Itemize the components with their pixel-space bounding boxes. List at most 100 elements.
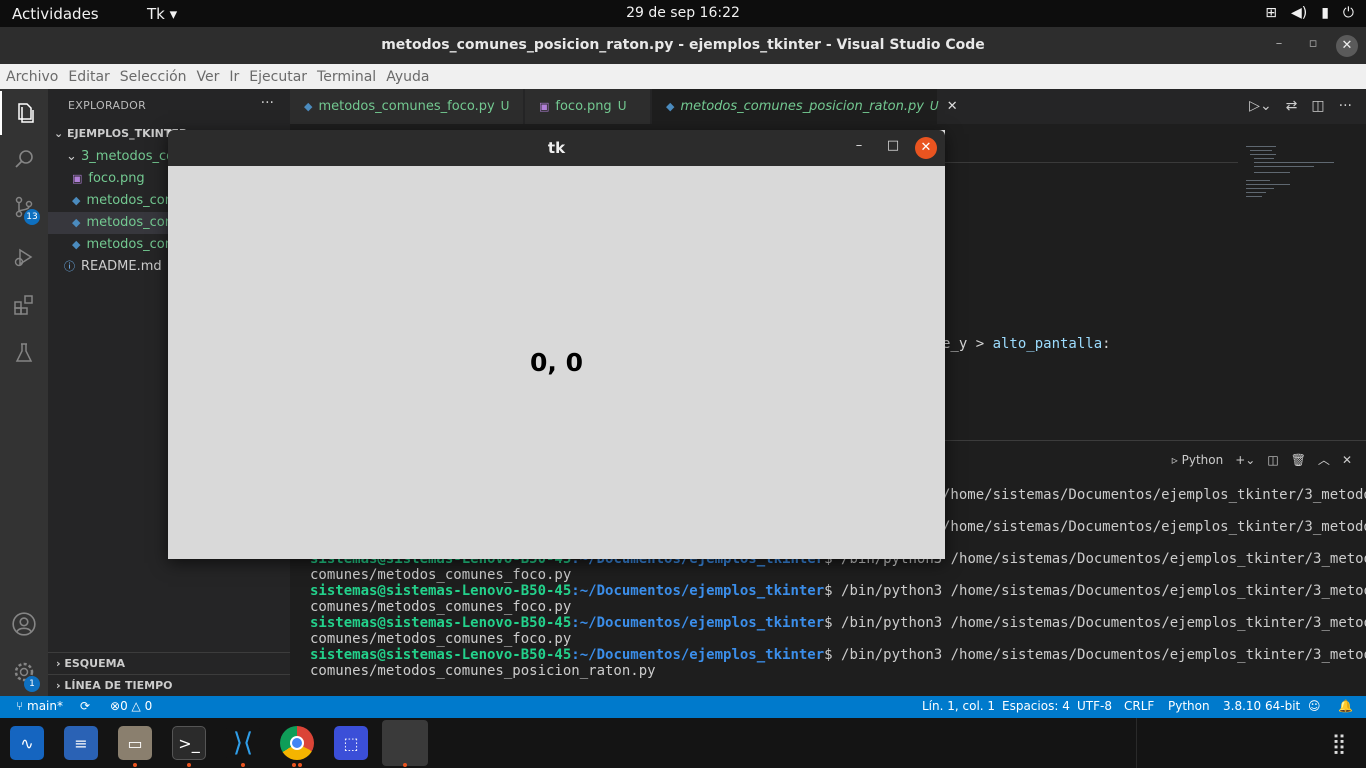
chrome-icon[interactable]: [280, 726, 314, 760]
terminal-line: comunes/metodos_comunes_foco.py: [310, 567, 572, 583]
split-editor-icon[interactable]: ◫: [1311, 98, 1324, 114]
source-control-icon[interactable]: 13: [0, 185, 48, 229]
screenshot-icon[interactable]: ⬚: [334, 726, 368, 760]
volume-icon[interactable]: ◀): [1291, 5, 1307, 21]
terminal-selector[interactable]: ▹ Python: [1172, 453, 1223, 467]
testing-icon[interactable]: [0, 331, 48, 375]
menu-archivo[interactable]: Archivo: [6, 69, 58, 85]
terminal-line: /home/sistemas/Documentos/ejemplos_tkint…: [942, 487, 1366, 503]
taskbar: ∿ ≡ ▭ >_ ⟩⟨ ⬚ ⣿: [0, 718, 1366, 768]
status-bar: ⑂ main* ⟳ ⊗0 △ 0 Lín. 1, col. 1 Espacios…: [0, 696, 1366, 718]
encoding[interactable]: UTF-8: [1077, 699, 1112, 713]
settings-badge: 1: [24, 676, 40, 692]
system-tray[interactable]: ⊞ ◀) ▮ ⏻: [1265, 5, 1354, 21]
python-interpreter[interactable]: 3.8.10 64-bit: [1223, 699, 1300, 713]
code-line: e_y > alto_pantalla:: [942, 336, 1111, 352]
tab-foco-png[interactable]: ▣ foco.png U: [525, 89, 651, 124]
extensions-icon[interactable]: [0, 283, 48, 327]
tk-window-title: tk: [547, 139, 566, 157]
error-icon: ⊗: [110, 699, 121, 713]
network-icon[interactable]: ⊞: [1265, 5, 1277, 21]
maximize-panel-icon[interactable]: ︿: [1318, 451, 1330, 468]
mouse-position-label: 0, 0: [530, 348, 583, 377]
python-file-icon: ◆: [72, 216, 81, 229]
chevron-down-icon: ⌄: [54, 127, 68, 140]
menu-ejecutar[interactable]: Ejecutar: [249, 69, 307, 85]
terminal-line: comunes/metodos_comunes_posicion_raton.p…: [310, 663, 656, 679]
branch-indicator[interactable]: ⑂ main*: [16, 699, 63, 713]
run-debug-icon[interactable]: [0, 235, 48, 279]
python-file-icon: ◆: [72, 238, 81, 251]
menu-ayuda[interactable]: Ayuda: [386, 69, 429, 85]
tk-app-active[interactable]: [382, 720, 428, 766]
clock[interactable]: 29 de sep 16:22: [0, 5, 1366, 21]
terminal-app-icon[interactable]: >_: [172, 726, 206, 760]
app-grid-icon[interactable]: ⣿: [1322, 726, 1356, 760]
branch-icon: ⑂: [16, 699, 28, 713]
timeline-section[interactable]: › LÍNEA DE TIEMPO: [48, 674, 290, 696]
python-file-icon: ◆: [666, 100, 675, 113]
menu-ver[interactable]: Ver: [197, 69, 220, 85]
feedback-icon[interactable]: ☺: [1308, 699, 1321, 713]
tab-metodos-comunes-foco[interactable]: ◆ metodos_comunes_foco.py U: [290, 89, 524, 124]
tk-maximize-icon[interactable]: □: [883, 138, 903, 153]
line-ending[interactable]: CRLF: [1124, 699, 1154, 713]
terminal-line: sistemas@sistemas-Lenovo-B50-45:~/Docume…: [310, 615, 1366, 631]
menu-editar[interactable]: Editar: [68, 69, 109, 85]
run-icon[interactable]: ▷⌄: [1249, 98, 1272, 114]
more-icon[interactable]: ···: [1339, 98, 1352, 114]
maximize-button[interactable]: ▫: [1302, 36, 1324, 51]
terminal-line: /home/sistemas/Documentos/ejemplos_tkint…: [942, 519, 1366, 535]
explorer-header: EXPLORADOR: [68, 99, 147, 112]
sync-icon[interactable]: ⟳: [80, 699, 90, 713]
chevron-down-icon: ⌄: [66, 149, 82, 164]
indentation[interactable]: Espacios: 4: [1002, 699, 1070, 713]
tk-window[interactable]: tk – □ ✕ 0, 0: [168, 130, 945, 559]
close-tab-icon[interactable]: ✕: [947, 99, 958, 114]
editor-tabs: ◆ metodos_comunes_foco.py U ▣ foco.png U ◆ me…: [290, 89, 1366, 124]
more-actions-icon[interactable]: ···: [261, 95, 274, 111]
close-panel-icon[interactable]: ✕: [1342, 453, 1352, 467]
language-mode[interactable]: Python: [1168, 699, 1210, 713]
tk-close-icon[interactable]: ✕: [915, 137, 937, 159]
minimize-button[interactable]: –: [1268, 36, 1290, 51]
tk-minimize-icon[interactable]: –: [849, 138, 869, 153]
files-icon[interactable]: ▭: [118, 726, 152, 760]
system-monitor-icon[interactable]: ∿: [10, 726, 44, 760]
editor-actions: ▷⌄ ⇄ ◫ ···: [1249, 98, 1352, 114]
tk-title-bar[interactable]: tk – □ ✕: [168, 130, 945, 166]
scm-badge: 13: [24, 209, 40, 225]
terminal-line: comunes/metodos_comunes_foco.py: [310, 599, 572, 615]
tab-metodos-comunes-posicion-raton[interactable]: ◆ metodos_comunes_posicion_raton.py U ✕: [652, 89, 958, 124]
terminal-line: comunes/metodos_comunes_foco.py: [310, 631, 572, 647]
terminal-toolbar: ▹ Python +⌄ ◫ 🗑 ︿ ✕: [1172, 451, 1352, 468]
power-icon[interactable]: ⏻: [1343, 5, 1354, 21]
cursor-position[interactable]: Lín. 1, col. 1: [922, 699, 995, 713]
window-title: metodos_comunes_posicion_raton.py - ejem…: [381, 37, 985, 53]
menu-terminal[interactable]: Terminal: [317, 69, 376, 85]
image-file-icon: ▣: [539, 100, 550, 113]
menu-ir[interactable]: Ir: [229, 69, 239, 85]
account-icon[interactable]: [0, 602, 48, 646]
notifications-bell-icon[interactable]: 🔔: [1338, 699, 1353, 713]
manage-gear-icon[interactable]: 1: [0, 650, 48, 694]
menu-bar: Archivo Editar Selección Ver Ir Ejecutar…: [0, 64, 1366, 89]
text-editor-icon[interactable]: ≡: [64, 726, 98, 760]
compare-icon[interactable]: ⇄: [1286, 98, 1298, 114]
outline-section[interactable]: › ESQUEMA: [48, 652, 290, 674]
vscode-icon[interactable]: ⟩⟨: [226, 726, 260, 760]
python-file-icon: ◆: [304, 100, 313, 113]
split-terminal-icon[interactable]: ◫: [1267, 453, 1278, 467]
window-title-bar: metodos_comunes_posicion_raton.py - ejem…: [0, 27, 1366, 64]
gnome-top-bar: Actividades Tk ▾ 29 de sep 16:22 ⊞ ◀) ▮ …: [0, 0, 1366, 27]
minimap[interactable]: [1246, 146, 1346, 206]
menu-seleccion[interactable]: Selección: [120, 69, 187, 85]
new-terminal-icon[interactable]: +⌄: [1235, 453, 1255, 467]
problems-indicator[interactable]: ⊗0 △ 0: [110, 699, 152, 713]
kill-terminal-icon[interactable]: 🗑: [1291, 453, 1306, 467]
close-button[interactable]: ✕: [1336, 35, 1358, 57]
search-icon[interactable]: [0, 137, 48, 181]
explorer-icon[interactable]: [0, 91, 48, 135]
activity-bar: 13 1: [0, 89, 48, 696]
battery-icon[interactable]: ▮: [1321, 5, 1329, 21]
